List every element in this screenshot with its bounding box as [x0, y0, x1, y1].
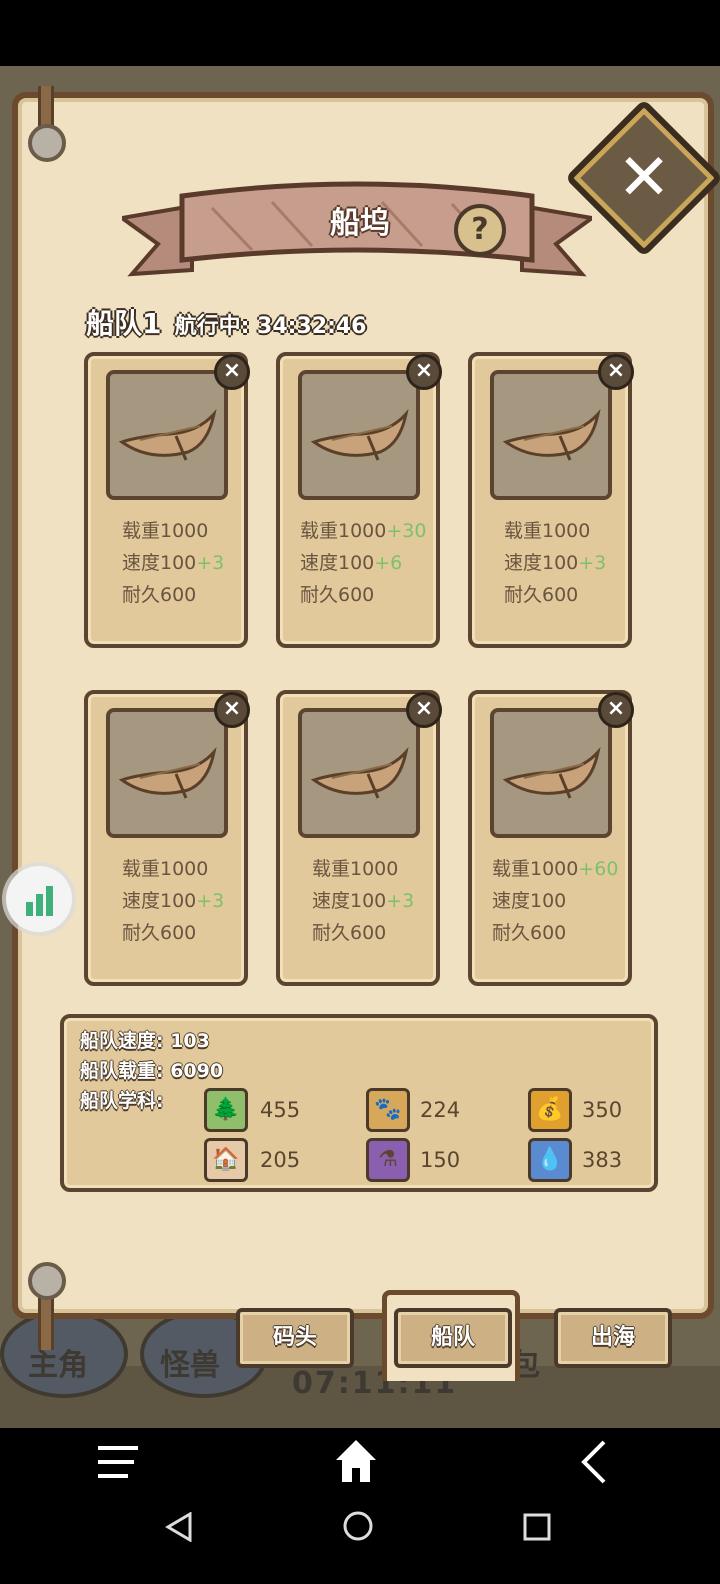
- fleet-name: 船队1: [86, 307, 162, 340]
- remove-ship-button[interactable]: ×: [598, 692, 634, 728]
- menu-icon[interactable]: [96, 1442, 140, 1482]
- ship-card[interactable]: 载重1000 速度100+3 耐久600: [84, 690, 248, 986]
- fleet-speed: 船队速度: 103: [80, 1030, 210, 1052]
- status-bar: [0, 0, 720, 66]
- system-nav-bar: [0, 1496, 720, 1584]
- remove-ship-button[interactable]: ×: [214, 692, 250, 728]
- ship-speed: 速度100+3: [122, 890, 225, 912]
- ship-speed: 速度100+6: [300, 552, 403, 574]
- floating-stats-button[interactable]: [6, 866, 72, 932]
- ship-capacity: 载重1000: [122, 858, 209, 880]
- ship-durability: 耐久600: [312, 922, 387, 944]
- bar-chart-icon: [26, 886, 53, 916]
- paw-icon: 🐾: [366, 1088, 410, 1132]
- boat-icon: [310, 408, 409, 461]
- close-icon[interactable]: ✕: [588, 122, 700, 234]
- help-button[interactable]: ?: [454, 204, 506, 256]
- ship-image: [490, 708, 612, 838]
- remove-ship-button[interactable]: ×: [598, 354, 634, 390]
- tab-fleet[interactable]: 船队: [394, 1308, 512, 1368]
- fleet-summary: 船队速度: 103 船队载重: 6090 船队学科: 🌲 455 🐾 224 💰…: [60, 1014, 658, 1192]
- ship-card[interactable]: 载重1000 速度100+3 耐久600: [468, 352, 632, 648]
- ship-image: [490, 370, 612, 500]
- system-recents-icon[interactable]: [522, 1512, 552, 1542]
- ship-speed: 速度100+3: [312, 890, 415, 912]
- ship-durability: 耐久600: [122, 922, 197, 944]
- ship-card[interactable]: 载重1000 速度100+3 耐久600: [276, 690, 440, 986]
- ship-capacity: 载重1000+60: [492, 858, 619, 880]
- system-home-icon[interactable]: [342, 1510, 374, 1542]
- money-bag-icon: 💰: [528, 1088, 572, 1132]
- resource-value: 383: [582, 1148, 623, 1172]
- potion-icon: ⚗: [366, 1138, 410, 1182]
- home-icon[interactable]: [334, 1438, 378, 1484]
- boat-icon: [310, 746, 409, 799]
- house-icon: 🏠: [204, 1138, 248, 1182]
- ship-capacity: 载重1000: [504, 520, 591, 542]
- remove-ship-button[interactable]: ×: [406, 692, 442, 728]
- bg-tab-monster[interactable]: 怪兽: [160, 1340, 220, 1384]
- remove-ship-button[interactable]: ×: [406, 354, 442, 390]
- ship-capacity: 载重1000+30: [300, 520, 427, 542]
- boat-icon: [502, 408, 601, 461]
- ship-durability: 耐久600: [504, 584, 579, 606]
- back-icon[interactable]: [578, 1440, 608, 1484]
- tab-sail[interactable]: 出海: [554, 1308, 672, 1368]
- fleet-status: 航行中: 34:32:46: [174, 314, 367, 339]
- ship-capacity: 载重1000: [312, 858, 399, 880]
- system-back-icon[interactable]: [164, 1512, 194, 1542]
- ship-speed: 速度100+3: [504, 552, 607, 574]
- resource-value: 350: [582, 1098, 623, 1122]
- resource-value: 205: [260, 1148, 301, 1172]
- resource-value: 150: [420, 1148, 461, 1172]
- bg-tab-main-character[interactable]: 主角: [28, 1340, 88, 1384]
- app-nav-bar: [0, 1428, 720, 1496]
- water-icon: 💧: [528, 1138, 572, 1182]
- pin-top-left: [28, 124, 66, 162]
- resource-value: 455: [260, 1098, 301, 1122]
- ship-image: [106, 708, 228, 838]
- remove-ship-button[interactable]: ×: [214, 354, 250, 390]
- resource-value: 224: [420, 1098, 461, 1122]
- ship-speed: 速度100: [492, 890, 567, 912]
- ship-durability: 耐久600: [122, 584, 197, 606]
- tree-icon: 🌲: [204, 1088, 248, 1132]
- boat-icon: [118, 408, 217, 461]
- boat-icon: [118, 746, 217, 799]
- fleet-disciplines-label: 船队学科:: [80, 1090, 164, 1112]
- ship-durability: 耐久600: [492, 922, 567, 944]
- ship-card[interactable]: 载重1000+30 速度100+6 耐久600: [276, 352, 440, 648]
- ship-image: [298, 370, 420, 500]
- ship-image: [106, 370, 228, 500]
- ship-speed: 速度100+3: [122, 552, 225, 574]
- ship-durability: 耐久600: [300, 584, 375, 606]
- boat-icon: [502, 746, 601, 799]
- tab-dock[interactable]: 码头: [236, 1308, 354, 1368]
- pin-bottom-left: [28, 1262, 66, 1300]
- ship-card[interactable]: 载重1000 速度100+3 耐久600: [84, 352, 248, 648]
- fleet-header: 船队1 航行中: 34:32:46: [86, 302, 366, 342]
- ship-capacity: 载重1000: [122, 520, 209, 542]
- ship-image: [298, 708, 420, 838]
- ship-card[interactable]: 载重1000+60 速度100 耐久600: [468, 690, 632, 986]
- fleet-capacity: 船队载重: 6090: [80, 1060, 224, 1082]
